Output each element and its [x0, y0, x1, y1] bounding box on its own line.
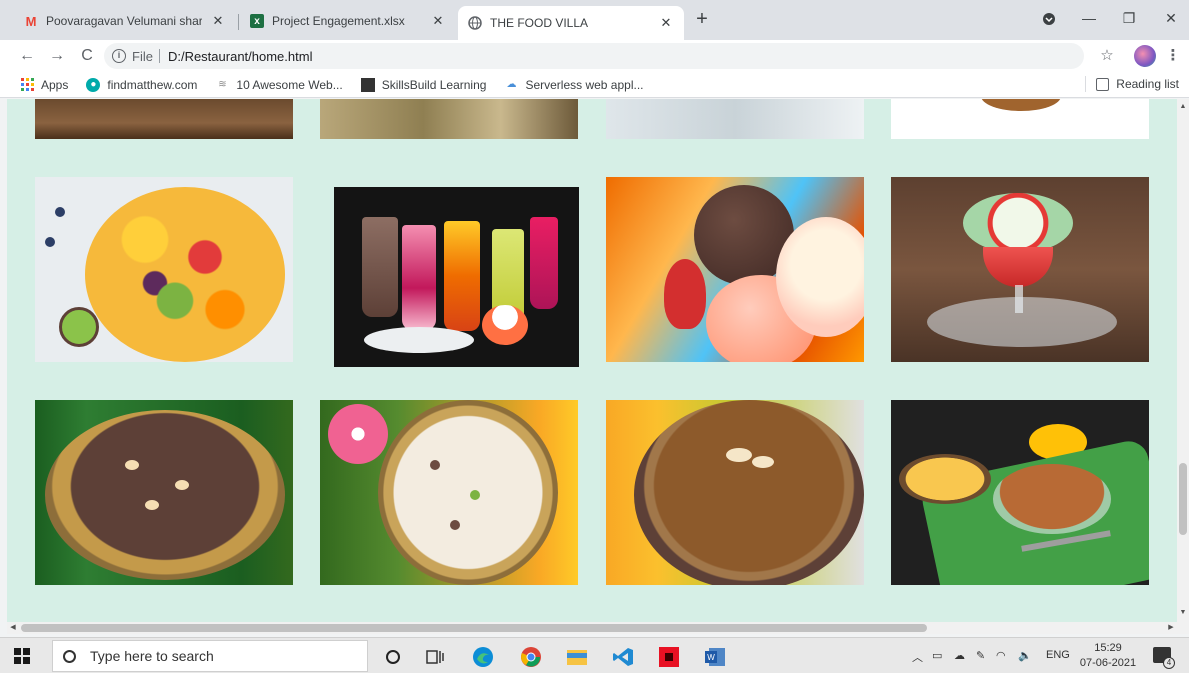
bookmark-star-icon[interactable]: ☆: [1096, 45, 1118, 67]
tab-excel[interactable]: x Project Engagement.xlsx ✕: [240, 6, 456, 36]
sundae-cup-image: [891, 177, 1149, 362]
profile-menu-icon[interactable]: [1034, 6, 1064, 30]
menu-kebab-icon[interactable]: ⋮: [1162, 45, 1184, 67]
new-tab-button[interactable]: +: [690, 8, 714, 32]
browser-toolbar: ← → C i File D:/Restaurant/home.html ☆ ⋮: [0, 40, 1189, 72]
battery-icon[interactable]: ▭: [932, 649, 942, 662]
taskbar-search-input[interactable]: Type here to search: [52, 640, 368, 672]
red-app-icon[interactable]: [658, 646, 680, 668]
falooda-drinks-image: [334, 187, 579, 367]
chrome-icon[interactable]: [520, 646, 542, 668]
clock-time: 15:29: [1094, 642, 1122, 654]
excel-icon: x: [250, 14, 264, 28]
bookmark-findmatthew[interactable]: ● findmatthew.com: [86, 77, 198, 92]
site-icon: [360, 77, 375, 92]
page-content: [7, 99, 1177, 622]
scroll-right-arrow-icon[interactable]: ▶: [1165, 622, 1177, 634]
restore-button[interactable]: ❐: [1114, 6, 1144, 30]
scroll-up-arrow-icon[interactable]: ▲: [1177, 101, 1189, 113]
windows-taskbar: Type here to search W ︿ ▭ ☁ ✎ ◠ 🔈 ENG 15…: [0, 637, 1189, 673]
bookmark-label: findmatthew.com: [107, 77, 198, 92]
close-icon[interactable]: ✕: [658, 15, 674, 31]
pen-icon[interactable]: ✎: [976, 649, 985, 662]
omnibox-divider: [158, 49, 160, 63]
bookmark-label: 10 Awesome Web...: [236, 77, 343, 92]
browser-tab-strip: M Poovaragavan Velumani shared ✕ x Proje…: [0, 0, 1189, 40]
url-text: D:/Restaurant/home.html: [167, 48, 313, 64]
fruit-salad-image: [35, 177, 293, 362]
bookmark-skillsbuild[interactable]: SkillsBuild Learning: [360, 77, 487, 92]
search-placeholder: Type here to search: [90, 648, 214, 664]
vertical-scrollbar[interactable]: ▲ ▼: [1177, 99, 1189, 622]
clock-date: 07-06-2021: [1079, 657, 1137, 669]
close-icon[interactable]: ✕: [210, 13, 226, 29]
food-image-row1-4: [891, 99, 1149, 139]
tab-title: Project Engagement.xlsx: [272, 14, 405, 28]
window-close-button[interactable]: ✕: [1156, 6, 1186, 30]
ice-cream-scoops-image: [606, 177, 864, 362]
cortana-icon[interactable]: [382, 646, 404, 668]
search-icon: [63, 649, 76, 663]
tab-separator: [238, 14, 239, 30]
cloud-icon: ☁: [506, 79, 517, 90]
taskbar-clock[interactable]: 15:29 07-06-2021: [1078, 641, 1138, 671]
close-icon[interactable]: ✕: [430, 13, 446, 29]
vertical-scroll-thumb[interactable]: [1179, 463, 1187, 535]
back-arrow-icon[interactable]: ←: [16, 45, 38, 67]
bookmark-label: Apps: [41, 77, 69, 92]
food-image-row1-2: [320, 99, 578, 139]
horizontal-scroll-thumb[interactable]: [21, 624, 927, 632]
forward-arrow-icon[interactable]: →: [46, 45, 68, 67]
bookmark-label: SkillsBuild Learning: [381, 77, 487, 92]
globe-icon: [468, 16, 482, 30]
word-icon[interactable]: W: [704, 646, 726, 668]
reading-list-icon: [1096, 77, 1110, 91]
tab-title: THE FOOD VILLA: [490, 16, 589, 30]
tray-chevron-icon[interactable]: ︿: [912, 649, 923, 665]
info-icon[interactable]: i: [112, 49, 126, 63]
site-icon: ≋: [218, 79, 227, 90]
volume-icon[interactable]: 🔈: [1018, 649, 1032, 662]
bookmark-separator: [1085, 76, 1087, 92]
scroll-down-arrow-icon[interactable]: ▼: [1177, 607, 1189, 619]
food-image-row1-1: [35, 99, 293, 139]
file-explorer-icon[interactable]: [566, 646, 588, 668]
dal-payasam-image: [891, 400, 1149, 585]
chocolate-payasam-image: [606, 400, 864, 585]
bookmark-awesome-web[interactable]: ≋ 10 Awesome Web...: [215, 77, 343, 92]
food-image-row1-3: [606, 99, 864, 139]
task-view-icon[interactable]: [424, 646, 446, 668]
bookmark-serverless[interactable]: ☁ Serverless web appl...: [504, 78, 643, 92]
horizontal-scrollbar[interactable]: ◀ ▶: [7, 622, 1189, 634]
scroll-left-arrow-icon[interactable]: ◀: [7, 622, 19, 634]
edge-browser-icon[interactable]: [472, 646, 494, 668]
reading-list-button[interactable]: Reading list: [1085, 76, 1179, 92]
address-bar[interactable]: i File D:/Restaurant/home.html: [104, 43, 1084, 69]
tab-title: Poovaragavan Velumani shared: [46, 14, 202, 28]
wifi-icon[interactable]: ◠: [996, 649, 1006, 662]
kheer-bowl-image: [320, 400, 578, 585]
vscode-icon[interactable]: [612, 646, 634, 668]
bookmark-label: Serverless web appl...: [525, 77, 644, 92]
apps-grid-icon: [20, 78, 34, 92]
scheme-label: File: [132, 48, 153, 64]
notification-count-badge: 4: [1163, 657, 1175, 669]
tab-gmail[interactable]: M Poovaragavan Velumani shared ✕: [14, 6, 236, 36]
site-icon: ●: [86, 77, 101, 92]
bookmark-apps[interactable]: Apps: [20, 78, 68, 92]
payasam-brass-pot-image: [35, 400, 293, 585]
language-indicator[interactable]: ENG: [1046, 649, 1070, 661]
gmail-icon: M: [25, 13, 37, 29]
svg-text:W: W: [707, 653, 715, 662]
cloud-sync-icon[interactable]: ☁: [954, 649, 965, 662]
avatar[interactable]: [1134, 45, 1156, 67]
windows-start-icon[interactable]: [14, 648, 30, 664]
tab-food-villa[interactable]: THE FOOD VILLA ✕: [458, 6, 684, 40]
reading-list-label: Reading list: [1116, 77, 1179, 91]
reload-icon[interactable]: C: [76, 45, 98, 67]
bookmarks-bar: Apps ● findmatthew.com ≋ 10 Awesome Web.…: [0, 72, 1189, 98]
minimize-button[interactable]: —: [1074, 6, 1104, 30]
